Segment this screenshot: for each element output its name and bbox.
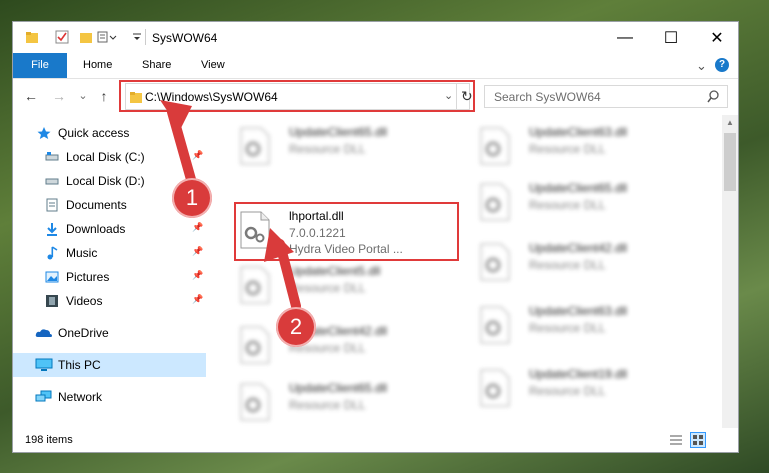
step-1-badge: 1 bbox=[172, 178, 212, 218]
arrow-2-head bbox=[264, 228, 294, 262]
annotation-arrows bbox=[160, 100, 301, 311]
step-2-badge: 2 bbox=[276, 307, 316, 347]
